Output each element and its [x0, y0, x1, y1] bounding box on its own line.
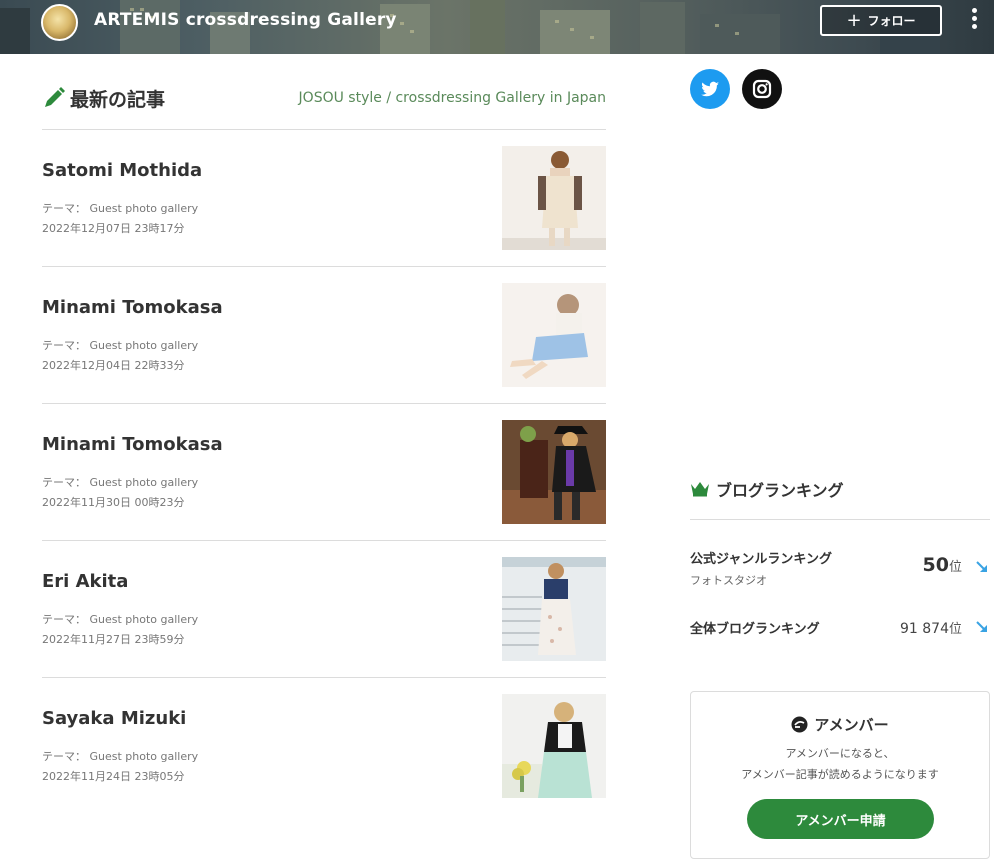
- article-thumbnail[interactable]: [502, 420, 606, 524]
- amember-apply-button[interactable]: アメンバー申請: [747, 799, 934, 839]
- rank-unit: 位: [948, 560, 962, 575]
- article-title[interactable]: Sayaka Mizuki: [42, 708, 186, 729]
- ranking-heading: ブログランキング: [690, 475, 990, 503]
- amember-icon: [791, 716, 808, 733]
- site-header: ARTEMIS crossdressing Gallery + フォロー: [0, 0, 994, 54]
- amember-title: アメンバー: [814, 716, 889, 734]
- site-title[interactable]: ARTEMIS crossdressing Gallery: [94, 10, 397, 30]
- overall-ranking-row[interactable]: 全体ブログランキング 91 874位: [690, 618, 992, 642]
- latest-articles-heading: 最新の記事 JOSOU style / crossdressing Galler…: [42, 82, 606, 114]
- article-title[interactable]: Satomi Mothida: [42, 160, 202, 181]
- section-subtitle: JOSOU style / crossdressing Gallery in J…: [298, 90, 606, 106]
- article-item[interactable]: Minami Tomokasa テーマ： Guest photo gallery…: [42, 267, 606, 404]
- article-thumbnail[interactable]: [502, 283, 606, 387]
- genre-ranking-genre[interactable]: フォトスタジオ: [690, 572, 767, 588]
- rank-unit: 位: [948, 622, 962, 637]
- section-title: 最新の記事: [70, 89, 166, 111]
- follow-label: フォロー: [867, 14, 916, 28]
- article-date: 2022年11月27日 23時59分: [42, 633, 185, 646]
- article-item[interactable]: Sayaka Mizuki テーマ： Guest photo gallery 2…: [42, 678, 606, 815]
- plus-icon: +: [846, 9, 862, 31]
- article-theme[interactable]: テーマ： Guest photo gallery: [42, 748, 198, 764]
- instagram-icon[interactable]: [742, 69, 782, 109]
- ranking-title: ブログランキング: [716, 481, 844, 500]
- pencil-icon: [45, 87, 65, 107]
- amember-desc-line: アメンバー記事が読めるようになります: [741, 768, 939, 781]
- article-date: 2022年11月24日 23時05分: [42, 770, 185, 783]
- crown-icon: [691, 482, 709, 497]
- article-title[interactable]: Minami Tomokasa: [42, 297, 223, 318]
- amember-heading: アメンバー: [691, 714, 989, 735]
- genre-rank-number: 50: [922, 554, 949, 576]
- amember-description: アメンバーになると、 アメンバー記事が読めるようになります: [691, 743, 989, 785]
- article-thumbnail[interactable]: [502, 557, 606, 661]
- article-theme[interactable]: テーマ： Guest photo gallery: [42, 337, 198, 353]
- article-theme[interactable]: テーマ： Guest photo gallery: [42, 200, 198, 216]
- article-item[interactable]: Satomi Mothida テーマ： Guest photo gallery …: [42, 130, 606, 267]
- amember-box: アメンバー アメンバーになると、 アメンバー記事が読めるようになります アメンバ…: [690, 691, 990, 859]
- blog-avatar[interactable]: [41, 4, 78, 41]
- overall-ranking-value: 91 874位: [900, 618, 962, 637]
- article-date: 2022年12月04日 22時33分: [42, 359, 185, 372]
- overall-rank-number: 91 874: [899, 621, 949, 637]
- divider: [690, 519, 990, 520]
- rank-down-arrow-icon: [976, 621, 987, 632]
- rank-down-arrow-icon: [976, 561, 987, 572]
- genre-ranking-label[interactable]: 公式ジャンルランキング: [690, 548, 832, 567]
- genre-ranking-row[interactable]: 公式ジャンルランキング フォトスタジオ 50位: [690, 548, 992, 588]
- overall-ranking-label[interactable]: 全体ブログランキング: [690, 618, 820, 637]
- twitter-icon[interactable]: [690, 69, 730, 109]
- article-item[interactable]: Minami Tomokasa テーマ： Guest photo gallery…: [42, 404, 606, 541]
- amember-desc-line: アメンバーになると、: [785, 747, 895, 760]
- article-title[interactable]: Eri Akita: [42, 571, 128, 592]
- article-theme[interactable]: テーマ： Guest photo gallery: [42, 474, 198, 490]
- article-theme[interactable]: テーマ： Guest photo gallery: [42, 611, 198, 627]
- article-date: 2022年11月30日 00時23分: [42, 496, 185, 509]
- article-thumbnail[interactable]: [502, 146, 606, 250]
- follow-button[interactable]: + フォロー: [820, 5, 942, 36]
- more-menu-icon[interactable]: [966, 8, 982, 34]
- article-thumbnail[interactable]: [502, 694, 606, 798]
- genre-ranking-value: 50位: [923, 554, 962, 576]
- article-date: 2022年12月07日 23時17分: [42, 222, 185, 235]
- article-item[interactable]: Eri Akita テーマ： Guest photo gallery 2022年…: [42, 541, 606, 678]
- article-title[interactable]: Minami Tomokasa: [42, 434, 223, 455]
